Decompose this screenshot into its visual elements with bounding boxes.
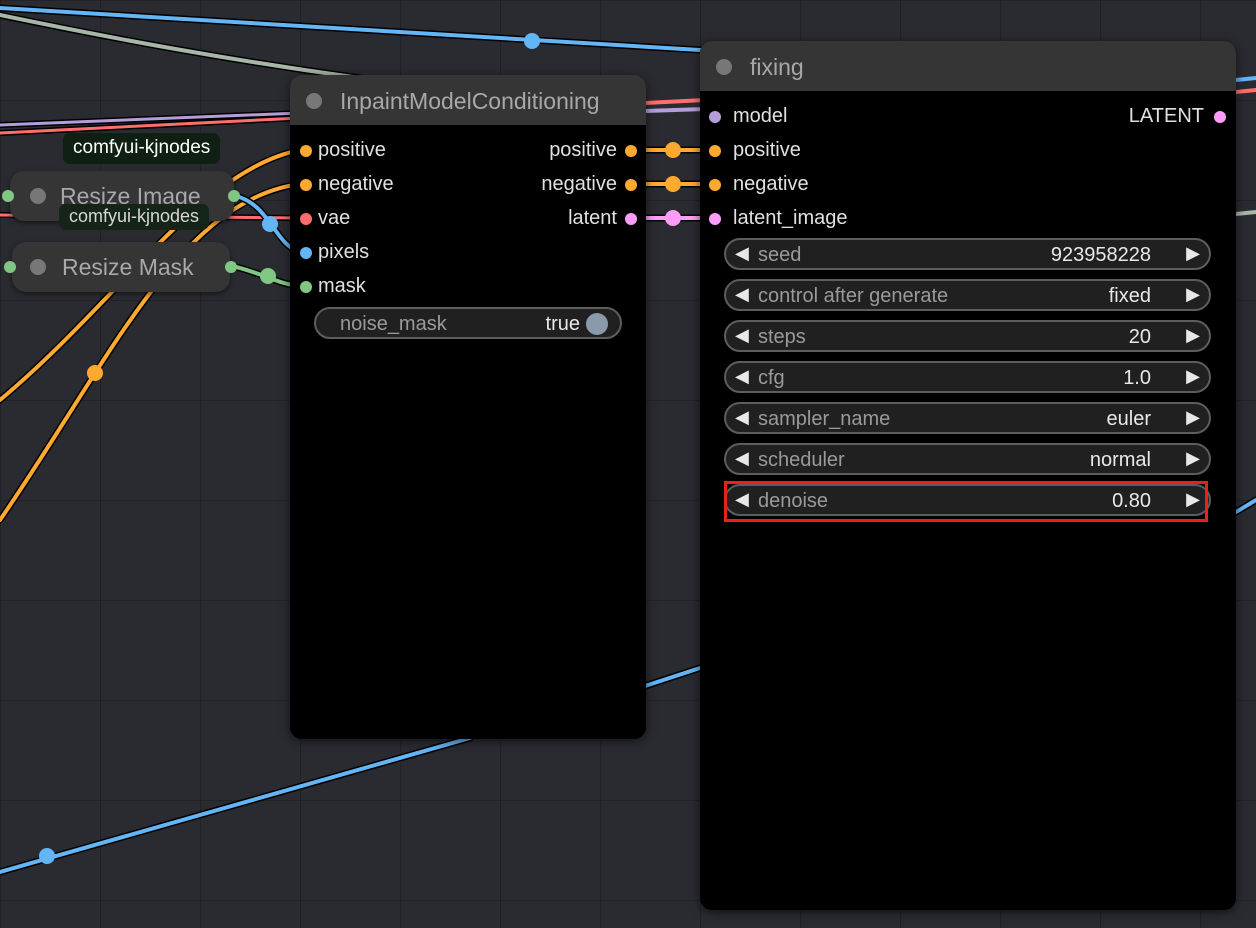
node-header[interactable]: fixing — [700, 41, 1236, 91]
slot-label: model — [733, 105, 788, 127]
steps-widget[interactable]: ◀ steps 20 ▶ — [724, 320, 1211, 352]
inpaint-model-conditioning-node[interactable]: InpaintModelConditioning positive negati… — [290, 75, 646, 739]
increment-arrow-icon[interactable]: ▶ — [1186, 366, 1200, 387]
output-dot[interactable] — [625, 213, 637, 225]
sampler-name-widget[interactable]: ◀ sampler_name euler ▶ — [724, 402, 1211, 434]
increment-arrow-icon[interactable]: ▶ — [1186, 284, 1200, 305]
widget-value[interactable]: 923958228 — [1051, 244, 1151, 267]
decrement-arrow-icon[interactable]: ◀ — [735, 407, 749, 428]
seed-widget[interactable]: ◀ seed 923958228 ▶ — [724, 238, 1211, 270]
slot-label: LATENT — [1128, 105, 1204, 127]
fixing-sampler-node[interactable]: fixing model positive negative latent_im… — [700, 41, 1236, 910]
resize-mask-output-dot[interactable] — [225, 261, 237, 273]
output-latent[interactable]: latent — [477, 206, 637, 232]
slot-label: vae — [318, 207, 351, 229]
output-dot[interactable] — [625, 179, 637, 191]
output-dot[interactable] — [625, 145, 637, 157]
node-header[interactable]: InpaintModelConditioning — [290, 75, 646, 125]
slot-label: negative — [733, 173, 809, 195]
increment-arrow-icon[interactable]: ▶ — [1186, 448, 1200, 469]
slot-label: positive — [318, 139, 386, 161]
denoise-highlight-box — [724, 481, 1208, 522]
output-latent[interactable]: LATENT — [1086, 104, 1226, 130]
widget-label: sampler_name — [758, 408, 891, 430]
node-title: Resize Mask — [62, 254, 194, 280]
collapse-toggle-icon[interactable] — [30, 259, 46, 275]
input-dot[interactable] — [709, 213, 721, 225]
slot-label: mask — [318, 275, 366, 297]
noise-mask-toggle[interactable]: noise_mask true — [314, 307, 622, 339]
collapse-toggle-icon[interactable] — [30, 188, 46, 204]
widget-label: scheduler — [758, 449, 845, 471]
output-positive[interactable]: positive — [477, 138, 637, 164]
widget-label: cfg — [758, 367, 785, 389]
widget-label: steps — [758, 326, 806, 348]
decrement-arrow-icon[interactable]: ◀ — [735, 366, 749, 387]
slot-label: positive — [549, 139, 617, 161]
output-negative[interactable]: negative — [477, 172, 637, 198]
slot-label: latent_image — [733, 207, 848, 229]
toggle-knob-icon[interactable] — [586, 313, 608, 335]
input-dot[interactable] — [300, 213, 312, 225]
cfg-widget[interactable]: ◀ cfg 1.0 ▶ — [724, 361, 1211, 393]
slot-label: pixels — [318, 241, 370, 263]
input-dot[interactable] — [709, 179, 721, 191]
decrement-arrow-icon[interactable]: ◀ — [735, 448, 749, 469]
increment-arrow-icon[interactable]: ▶ — [1186, 325, 1200, 346]
collapse-toggle-icon[interactable] — [306, 93, 322, 109]
widget-label: control after generate — [758, 285, 949, 307]
slot-label: negative — [541, 173, 617, 195]
collapse-toggle-icon[interactable] — [716, 59, 732, 75]
input-dot[interactable] — [709, 111, 721, 123]
input-dot[interactable] — [300, 145, 312, 157]
node-title: fixing — [750, 54, 804, 80]
input-dot[interactable] — [300, 179, 312, 191]
scheduler-widget[interactable]: ◀ scheduler normal ▶ — [724, 443, 1211, 475]
increment-arrow-icon[interactable]: ▶ — [1186, 243, 1200, 264]
widget-value[interactable]: euler — [1107, 408, 1151, 431]
resize-mask-input-dot[interactable] — [4, 261, 16, 273]
output-dot[interactable] — [1214, 111, 1226, 123]
decrement-arrow-icon[interactable]: ◀ — [735, 243, 749, 264]
resize-image-output-dot[interactable] — [228, 190, 240, 202]
decrement-arrow-icon[interactable]: ◀ — [735, 284, 749, 305]
slot-label: latent — [568, 207, 617, 229]
widget-label: noise_mask — [340, 313, 447, 335]
slot-label: negative — [318, 173, 394, 195]
control-after-generate-widget[interactable]: ◀ control after generate fixed ▶ — [724, 279, 1211, 311]
widget-value[interactable]: fixed — [1109, 285, 1151, 308]
decrement-arrow-icon[interactable]: ◀ — [735, 325, 749, 346]
node-badge: comfyui-kjnodes — [63, 133, 221, 164]
input-dot[interactable] — [709, 145, 721, 157]
widget-value[interactable]: 20 — [1129, 326, 1151, 349]
widget-value[interactable]: normal — [1090, 449, 1151, 472]
increment-arrow-icon[interactable]: ▶ — [1186, 407, 1200, 428]
widget-value[interactable]: 1.0 — [1123, 367, 1151, 390]
input-dot[interactable] — [300, 247, 312, 259]
resize-mask-node[interactable]: Resize Mask — [12, 242, 230, 292]
node-title: InpaintModelConditioning — [340, 88, 600, 114]
input-dot[interactable] — [300, 281, 312, 293]
widget-value: true — [545, 313, 580, 335]
widget-label: seed — [758, 244, 802, 266]
node-badge: comfyui-kjnodes — [59, 204, 210, 230]
resize-image-input-dot[interactable] — [2, 190, 14, 202]
slot-label: positive — [733, 139, 801, 161]
